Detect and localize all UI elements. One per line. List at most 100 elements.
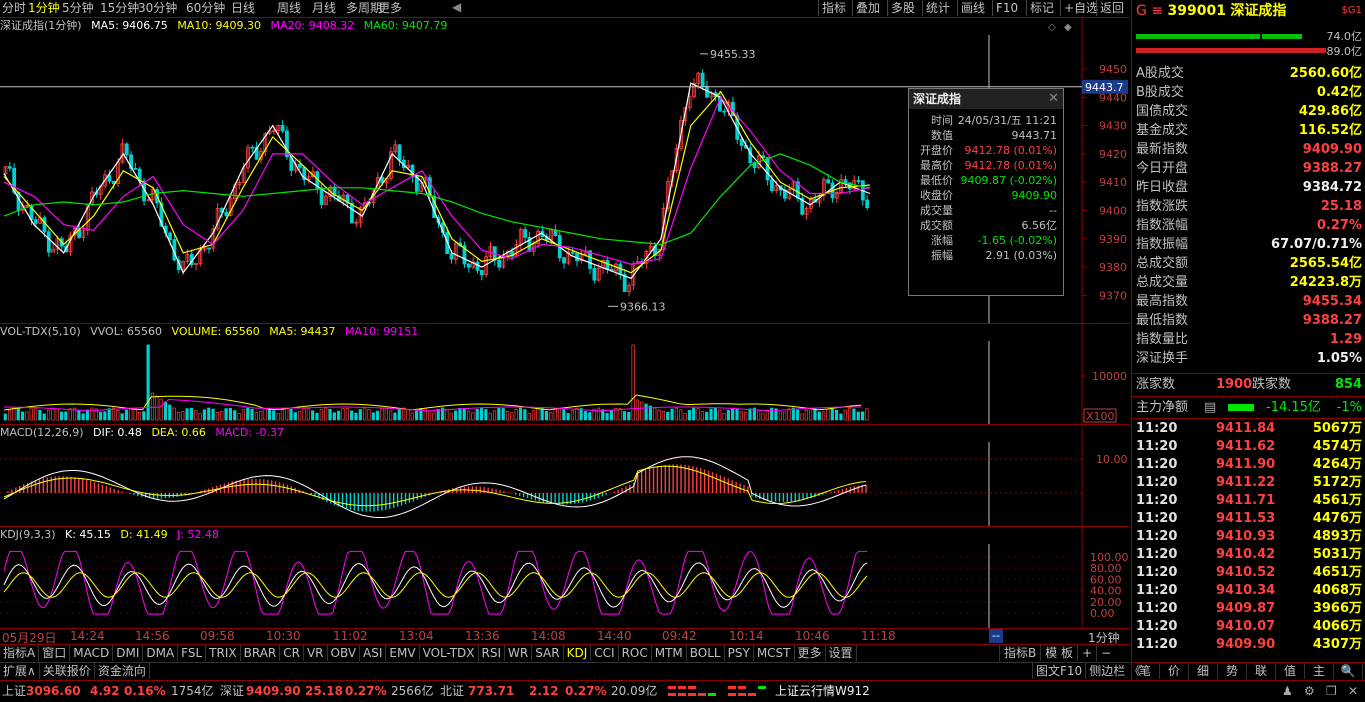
data-popup[interactable]: 深证成指 ✕ 时间 24/05/31/五 11:21 数值 9443.71 开盘价 941…	[908, 88, 1064, 296]
indicator-tab-vr[interactable]: VR	[304, 645, 328, 661]
indicator-tab-roc[interactable]: ROC	[619, 645, 652, 661]
volume-bar	[731, 407, 735, 421]
indicator-tab-窗口[interactable]: 窗口	[39, 645, 71, 661]
quote-row-value: 9384.72	[1302, 180, 1362, 195]
volume-bar	[635, 399, 640, 421]
period-tab-3[interactable]: 15分钟	[100, 0, 139, 16]
gear-icon[interactable]: ⚙	[1304, 681, 1315, 702]
period-tab-4[interactable]: 30分钟	[138, 0, 177, 16]
volume-bar	[497, 407, 501, 421]
period-tab-5[interactable]: 60分钟	[186, 0, 225, 16]
period-tab-8[interactable]: 月线	[312, 0, 336, 16]
macd-chart-svg: 10.00	[0, 425, 1128, 526]
period-tab-9[interactable]: 多周期	[346, 0, 382, 16]
indicator-tab-trix[interactable]: TRIX	[206, 645, 241, 661]
indicator-tab-设置[interactable]: 设置	[826, 645, 857, 661]
sh-amount: 1754亿	[171, 684, 214, 698]
indicator-tab-更多[interactable]: 更多	[795, 645, 826, 661]
macd-pane[interactable]: MACD(12,26,9) DIF: 0.48 DEA: 0.66 MACD: …	[0, 424, 1130, 526]
volume-bar	[137, 411, 142, 421]
tick-price: 9410.07	[1216, 619, 1276, 634]
indicator-tab-obv[interactable]: OBV	[328, 645, 361, 661]
indicator-tab-mcst[interactable]: MCST	[754, 645, 795, 661]
period-tab-10[interactable]: 更多	[378, 0, 402, 16]
tick-time: 11:20	[1136, 565, 1178, 580]
chevron-left-icon[interactable]: ◀	[452, 0, 461, 14]
indicator-tab-cci[interactable]: CCI	[591, 645, 619, 661]
indicator-tab-mtm[interactable]: MTM	[652, 645, 687, 661]
kdj-pane[interactable]: KDJ(9,3,3) K: 45.15 D: 41.49 J: 52.48 10…	[0, 526, 1130, 628]
extension-tab-1[interactable]: 关联报价	[40, 663, 95, 679]
candle-body	[865, 199, 870, 209]
indicator-tab-dma[interactable]: DMA	[143, 645, 179, 661]
indicator-tab-boll[interactable]: BOLL	[687, 645, 725, 661]
indicator-tab-cr[interactable]: CR	[280, 645, 304, 661]
volume-bar	[523, 409, 527, 421]
period-tab-2[interactable]: 5分钟	[62, 0, 94, 16]
indicator-right-tab-1[interactable]: 模 板	[1040, 645, 1077, 661]
extension-tab-0[interactable]: 扩展∧	[0, 663, 40, 679]
extension-tab-2[interactable]: 资金流向	[95, 663, 150, 679]
indicator-tab-emv[interactable]: EMV	[386, 645, 420, 661]
volume-pane[interactable]: VOL-TDX(5,10) VVOL: 65560 VOLUME: 65560 …	[0, 323, 1130, 424]
toolbar-button-0[interactable]: 指标	[818, 0, 849, 16]
indicator-tab-fsl[interactable]: FSL	[178, 645, 207, 661]
volume-bar	[384, 407, 388, 421]
toolbar-button-5[interactable]: F10	[992, 0, 1021, 16]
volume-bar	[722, 413, 726, 421]
indicator-tab-指标a[interactable]: 指标A	[0, 645, 40, 661]
quote-tab-1[interactable]: 价	[1160, 663, 1189, 679]
indicator-tab-vol-tdx[interactable]: VOL-TDX	[420, 645, 479, 661]
period-tab-0[interactable]: 分时	[2, 0, 26, 16]
toolbar-button-8[interactable]: 返回	[1096, 0, 1127, 16]
quote-tab-3[interactable]: 势	[1218, 663, 1247, 679]
toolbar-button-4[interactable]: 画线	[957, 0, 988, 16]
extension-right-tab-0[interactable]: 图文F10	[1032, 663, 1085, 679]
indicator-right-tab-0[interactable]: 指标B	[999, 645, 1040, 661]
toolbar-button-7[interactable]: +自选	[1060, 0, 1101, 16]
close-icon[interactable]: ✕	[1048, 91, 1059, 106]
indicator-tab-sar[interactable]: SAR	[532, 645, 564, 661]
toolbar-button-2[interactable]: 多股	[887, 0, 918, 16]
toolbar-button-3[interactable]: 统计	[922, 0, 953, 16]
menu-icon[interactable]: ≡	[1151, 3, 1163, 19]
y-tick-label: 9420	[1099, 148, 1127, 161]
quote-row-label: B股成交	[1136, 85, 1184, 100]
quote-row-label: 今日开盘	[1136, 161, 1189, 176]
volume-bar	[518, 407, 523, 421]
quote-tab-2[interactable]: 细	[1189, 663, 1218, 679]
indicator-tab-dmi[interactable]: DMI	[113, 645, 144, 661]
indicator-right-tab-2[interactable]: +	[1077, 645, 1096, 661]
quote-tab-6[interactable]: 主	[1305, 663, 1334, 679]
indicator-tab-rsi[interactable]: RSI	[479, 645, 506, 661]
indicator-right-tab-3[interactable]: −	[1096, 645, 1115, 661]
popup-row: 开盘价 9412.78 (0.01%)	[909, 143, 1059, 158]
toolbar-button-1[interactable]: 叠加	[852, 0, 883, 16]
list-icon[interactable]: ▤	[1204, 397, 1216, 418]
indicator-tab-asi[interactable]: ASI	[360, 645, 387, 661]
toolbar-button-6[interactable]: 标记	[1026, 0, 1057, 16]
indicator-tab-macd[interactable]: MACD	[70, 645, 114, 661]
popup-row-value: 2.91 (0.03%)	[985, 249, 1057, 262]
quote-tab-4[interactable]: 联	[1247, 663, 1276, 679]
tick-price: 9409.90	[1216, 637, 1276, 652]
quote-tab-7[interactable]: 🔍	[1334, 663, 1363, 679]
quote-row: 总成交额 2565.54亿	[1136, 254, 1364, 273]
period-tab-7[interactable]: 周线	[277, 0, 301, 16]
quote-tab-0[interactable]: 笔	[1131, 663, 1160, 679]
indicator-tab-psy[interactable]: PSY	[725, 645, 754, 661]
close-icon[interactable]: ✕	[1348, 681, 1358, 702]
person-icon[interactable]: ♟	[1282, 681, 1293, 702]
tick-price: 9411.84	[1216, 421, 1276, 436]
volume-bar	[622, 411, 627, 421]
tick-list[interactable]: 11:20 9411.84 5067万 11:20 9411.62 4574万 11:20 9…	[1132, 418, 1365, 663]
period-tab-6[interactable]: 日线	[231, 0, 255, 16]
indicator-tab-wr[interactable]: WR	[505, 645, 533, 661]
indicator-tab-brar[interactable]: BRAR	[241, 645, 281, 661]
indicator-tab-kdj[interactable]: KDJ	[564, 645, 592, 661]
volume-bar	[267, 407, 271, 421]
copy-icon[interactable]: ❐	[1326, 681, 1337, 702]
period-tab-1[interactable]: 1分钟	[28, 0, 60, 16]
quote-tab-5[interactable]: 值	[1276, 663, 1305, 679]
cloud-ticker[interactable]: 上证云行情W912	[775, 681, 870, 702]
